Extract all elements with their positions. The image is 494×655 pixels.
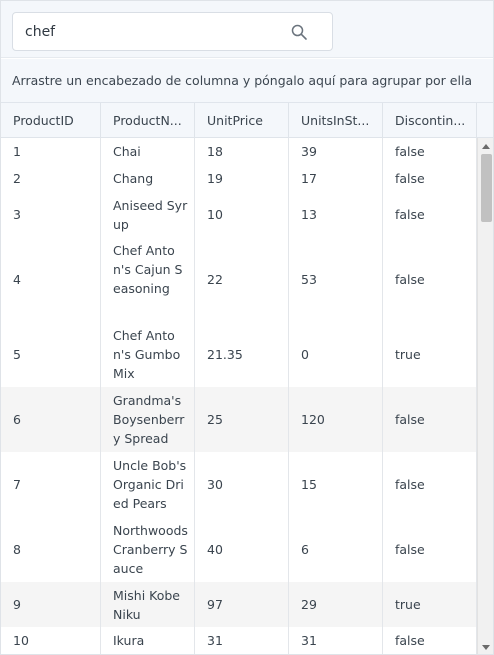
- cell-product-id[interactable]: 1: [1, 138, 101, 165]
- table-row[interactable]: 6 Grandma's Boysenberry Spread 25 120 false: [1, 387, 477, 452]
- cell-discontinued[interactable]: false: [383, 138, 477, 165]
- cell-product-name[interactable]: Northwoods Cranberry Sauce: [101, 517, 195, 582]
- table-row[interactable]: 7 Uncle Bob's Organic Dried Pears 30 15 fals…: [1, 452, 477, 517]
- cell-discontinued[interactable]: true: [383, 582, 477, 627]
- header-unit-price[interactable]: UnitPrice: [195, 103, 289, 138]
- search-box[interactable]: [12, 12, 333, 51]
- cell-units-in-stock[interactable]: 39: [289, 138, 383, 165]
- cell-units-in-stock[interactable]: 53: [289, 237, 383, 322]
- cell-unit-price[interactable]: 18: [195, 138, 289, 165]
- cell-product-id[interactable]: 5: [1, 322, 101, 387]
- cell-product-name[interactable]: Grandma's Boysenberry Spread: [101, 387, 195, 452]
- cell-units-in-stock[interactable]: 29: [289, 582, 383, 627]
- vertical-scrollbar[interactable]: [477, 138, 493, 654]
- cell-discontinued[interactable]: false: [383, 237, 477, 322]
- cell-product-id[interactable]: 3: [1, 192, 101, 237]
- cell-unit-price[interactable]: 30: [195, 452, 289, 517]
- cell-units-in-stock[interactable]: 6: [289, 517, 383, 582]
- cell-discontinued[interactable]: false: [383, 517, 477, 582]
- search-icon[interactable]: [291, 24, 308, 41]
- cell-units-in-stock[interactable]: 17: [289, 165, 383, 192]
- cell-unit-price[interactable]: 10: [195, 192, 289, 237]
- cell-unit-price[interactable]: 25: [195, 387, 289, 452]
- cell-product-id[interactable]: 9: [1, 582, 101, 627]
- cell-product-name[interactable]: Mishi Kobe Niku: [101, 582, 195, 627]
- cell-units-in-stock[interactable]: 120: [289, 387, 383, 452]
- cell-product-id[interactable]: 8: [1, 517, 101, 582]
- header-discontinued[interactable]: Discontin...: [383, 103, 477, 138]
- header-product-name[interactable]: ProductN...: [101, 103, 195, 138]
- table-row[interactable]: 2 Chang 19 17 false: [1, 165, 477, 192]
- cell-units-in-stock[interactable]: 0: [289, 322, 383, 387]
- cell-units-in-stock[interactable]: 15: [289, 452, 383, 517]
- table-row[interactable]: 10 Ikura 31 31 false: [1, 627, 477, 654]
- cell-unit-price[interactable]: 21.35: [195, 322, 289, 387]
- cell-product-id[interactable]: 6: [1, 387, 101, 452]
- cell-discontinued[interactable]: false: [383, 192, 477, 237]
- group-panel-text: Arrastre un encabezado de columna y póng…: [12, 73, 473, 88]
- cell-discontinued[interactable]: false: [383, 452, 477, 517]
- table-row[interactable]: 5 Chef Anton's Gumbo Mix 21.35 0 true: [1, 322, 477, 387]
- cell-product-name[interactable]: Chef Anton's Cajun Seasoning: [101, 237, 195, 322]
- table-row[interactable]: 8 Northwoods Cranberry Sauce 40 6 false: [1, 517, 477, 582]
- table-row[interactable]: 1 Chai 18 39 false: [1, 138, 477, 165]
- scrollbar-thumb[interactable]: [481, 154, 492, 222]
- cell-units-in-stock[interactable]: 13: [289, 192, 383, 237]
- table-row[interactable]: 4 Chef Anton's Cajun Seasoning 22 53 false: [1, 237, 477, 322]
- cell-unit-price[interactable]: 97: [195, 582, 289, 627]
- cell-product-name[interactable]: Uncle Bob's Organic Dried Pears: [101, 452, 195, 517]
- scroll-up-arrow[interactable]: [482, 144, 490, 149]
- cell-unit-price[interactable]: 22: [195, 237, 289, 322]
- cell-product-name[interactable]: Chai: [101, 138, 195, 165]
- grid-body: 1 Chai 18 39 false 2 Chang 19 17 false 3 Aniseed Sy…: [1, 138, 477, 654]
- cell-product-id[interactable]: 4: [1, 237, 101, 322]
- cell-discontinued[interactable]: false: [383, 387, 477, 452]
- cell-product-name[interactable]: Ikura: [101, 627, 195, 654]
- table-row[interactable]: 9 Mishi Kobe Niku 97 29 true: [1, 582, 477, 627]
- cell-product-name[interactable]: Chang: [101, 165, 195, 192]
- toolbar: [1, 1, 493, 58]
- cell-product-id[interactable]: 10: [1, 627, 101, 654]
- header-product-id[interactable]: ProductID: [1, 103, 101, 138]
- cell-unit-price[interactable]: 40: [195, 517, 289, 582]
- group-panel[interactable]: Arrastre un encabezado de columna y póng…: [1, 59, 493, 103]
- scroll-down-arrow[interactable]: [482, 645, 490, 650]
- cell-product-id[interactable]: 7: [1, 452, 101, 517]
- cell-units-in-stock[interactable]: 31: [289, 627, 383, 654]
- cell-discontinued[interactable]: false: [383, 627, 477, 654]
- cell-product-id[interactable]: 2: [1, 165, 101, 192]
- cell-discontinued[interactable]: false: [383, 165, 477, 192]
- cell-unit-price[interactable]: 31: [195, 627, 289, 654]
- data-grid: Arrastre un encabezado de columna y póng…: [0, 0, 494, 655]
- header-units-in-stock[interactable]: UnitsInSt...: [289, 103, 383, 138]
- search-input[interactable]: [25, 22, 275, 42]
- cell-unit-price[interactable]: 19: [195, 165, 289, 192]
- table-row[interactable]: 3 Aniseed Syrup 10 13 false: [1, 192, 477, 237]
- cell-product-name[interactable]: Aniseed Syrup: [101, 192, 195, 237]
- column-headers: ProductID ProductN... UnitPrice UnitsInS…: [1, 103, 493, 138]
- cell-product-name[interactable]: Chef Anton's Gumbo Mix: [101, 322, 195, 387]
- cell-discontinued[interactable]: true: [383, 322, 477, 387]
